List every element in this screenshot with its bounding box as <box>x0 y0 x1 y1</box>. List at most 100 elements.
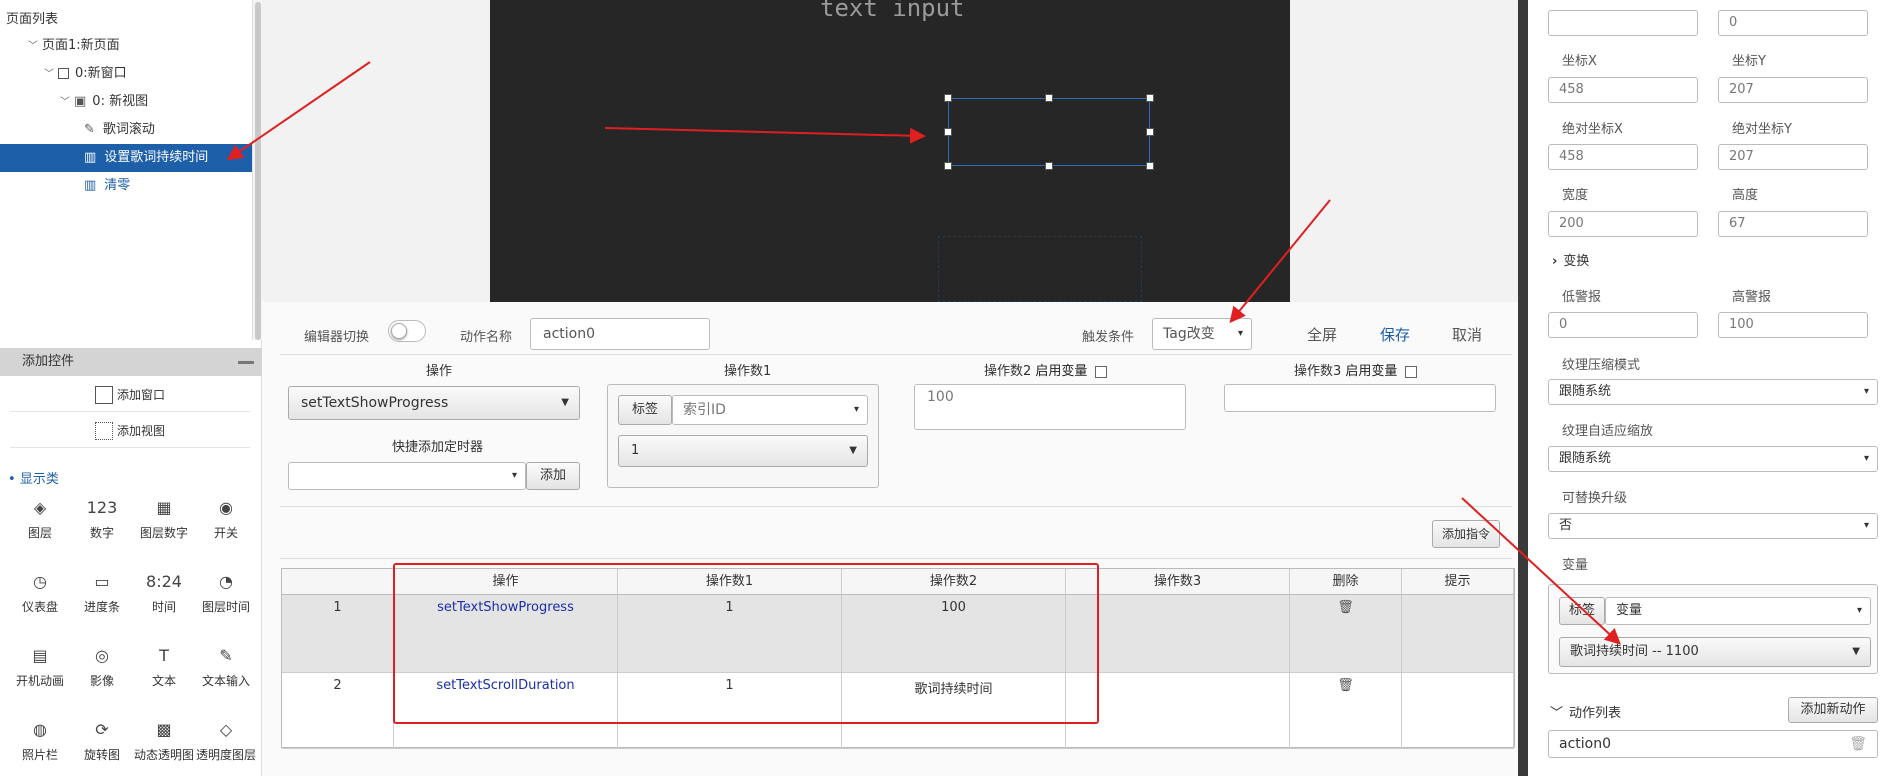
control-icon: ◔ <box>219 572 233 591</box>
tree-item-view[interactable]: ﹀ ▣ 0: 新视图 <box>0 88 252 116</box>
low-alarm-input[interactable]: 0 <box>1548 312 1698 338</box>
abs-x-input[interactable]: 458 <box>1548 144 1698 170</box>
chevron-down-icon: ﹀ <box>1550 706 1564 721</box>
control-item[interactable]: 8:24 时间 <box>132 570 196 615</box>
control-icon: ✎ <box>219 646 233 665</box>
editor-toggle[interactable] <box>388 320 426 342</box>
property-panel: 0 坐标X 坐标Y 458 207 绝对坐标X 绝对坐标Y 458 207 宽度… <box>1528 0 1886 776</box>
resize-handle[interactable] <box>944 128 952 136</box>
control-item[interactable]: ◈ 图层 <box>8 496 72 541</box>
design-canvas[interactable]: text input <box>490 0 1290 302</box>
control-item[interactable]: T 文本 <box>132 644 196 689</box>
chevron-down-icon: ▾ <box>1863 386 1869 397</box>
operand2-header: 操作数2 启用变量 <box>984 360 1108 379</box>
variable-type-select[interactable]: 变量 ▾ <box>1605 597 1871 625</box>
trash-icon[interactable]: 🗑 <box>1849 731 1867 757</box>
divider <box>280 506 1512 507</box>
chevron-down-icon: ▾ <box>1237 328 1243 339</box>
trash-icon[interactable]: 🗑 <box>1337 678 1354 693</box>
add-window-button[interactable]: 添加窗口 <box>10 378 250 412</box>
tree-item-set-lyrics-duration[interactable]: ▥ 设置歌词持续时间 <box>0 144 252 172</box>
control-label: 照片栏 <box>21 748 58 762</box>
op-select[interactable]: setTextShowProgress ▼ <box>288 386 580 420</box>
control-item[interactable]: ◔ 图层时间 <box>194 570 258 615</box>
control-item[interactable]: ◍ 照片栏 <box>8 718 72 763</box>
control-icon: 123 <box>86 498 118 517</box>
chevron-down-icon: ﹀ <box>60 97 70 108</box>
action-list-section[interactable]: ﹀ 动作列表 <box>1550 702 1621 721</box>
resize-handle[interactable] <box>1146 162 1154 170</box>
x-input[interactable]: 458 <box>1548 77 1698 103</box>
control-item[interactable]: ◷ 仪表盘 <box>8 570 72 615</box>
variable-value-select[interactable]: 歌词持续时间 -- 1100 ▼ <box>1559 637 1871 667</box>
control-item[interactable]: ▦ 图层数字 <box>132 496 196 541</box>
tree-item-lyrics-scroll[interactable]: ✎ 歌词滚动 <box>0 116 252 144</box>
operand1-type-select[interactable]: 索引ID ▾ <box>672 395 868 425</box>
texture-scale-select[interactable]: 跟随系统 ▾ <box>1548 446 1878 472</box>
operand3-input[interactable] <box>1224 384 1496 412</box>
resize-handle[interactable] <box>944 94 952 102</box>
resize-handle[interactable] <box>1045 162 1053 170</box>
operand1-value-select[interactable]: 1 ▼ <box>618 435 868 467</box>
panel-divider[interactable] <box>1518 0 1528 776</box>
variable-label: 变量 <box>1562 558 1589 573</box>
trash-icon[interactable]: 🗑 <box>1337 600 1354 615</box>
resize-handle[interactable] <box>1146 128 1154 136</box>
add-view-button[interactable]: 添加视图 <box>10 414 250 448</box>
control-label: 时间 <box>151 600 176 614</box>
height-input[interactable]: 67 <box>1718 211 1868 237</box>
control-item[interactable]: ▭ 进度条 <box>70 570 134 615</box>
resize-handle[interactable] <box>1045 94 1053 102</box>
control-item[interactable]: 123 数字 <box>70 496 134 541</box>
control-item[interactable]: ▤ 开机动画 <box>8 644 72 689</box>
trigger-select[interactable]: Tag改变 ▾ <box>1152 318 1252 350</box>
tree-item-page[interactable]: ﹀ 页面1:新页面 <box>0 32 252 60</box>
collapse-icon[interactable] <box>238 361 254 364</box>
x-label: 坐标X <box>1562 54 1597 69</box>
texture-compress-select[interactable]: 跟随系统 ▾ <box>1548 379 1878 405</box>
control-label: 影像 <box>89 674 114 688</box>
control-item[interactable]: ◇ 透明度图层 <box>194 718 258 763</box>
add-timer-button[interactable]: 添加 <box>526 462 580 490</box>
operand2-textarea[interactable]: 100 <box>914 384 1186 430</box>
replace-upgrade-select[interactable]: 否 ▾ <box>1548 513 1878 539</box>
add-action-button[interactable]: 添加新动作 <box>1788 697 1878 723</box>
operand1-tag-button[interactable]: 标签 <box>618 395 672 425</box>
canvas-text-input[interactable]: text input <box>820 0 965 22</box>
tree-item-window[interactable]: ﹀ 0:新窗口 <box>0 60 252 88</box>
width-input[interactable]: 200 <box>1548 211 1698 237</box>
control-item[interactable]: ▩ 动态透明图 <box>132 718 196 763</box>
window-icon <box>58 68 69 79</box>
top-field-1[interactable] <box>1548 10 1698 36</box>
top-field-2[interactable]: 0 <box>1718 10 1868 36</box>
control-item[interactable]: ⟳ 旋转图 <box>70 718 134 763</box>
save-button[interactable]: 保存 <box>1380 324 1410 345</box>
operand3-var-checkbox[interactable] <box>1405 365 1418 378</box>
widget-outline[interactable] <box>938 236 1142 302</box>
transform-section[interactable]: › 变换 <box>1552 250 1589 269</box>
resize-handle[interactable] <box>1146 94 1154 102</box>
action-list-item[interactable]: action0 🗑 <box>1548 730 1878 758</box>
resize-handle[interactable] <box>944 162 952 170</box>
operand2-var-checkbox[interactable] <box>1095 365 1108 378</box>
variable-tag-button[interactable]: 标签 <box>1559 597 1605 625</box>
control-item[interactable]: ✎ 文本输入 <box>194 644 258 689</box>
action-name-input[interactable]: action0 <box>530 318 710 350</box>
selected-widget-box[interactable] <box>948 98 1150 166</box>
control-icon: ◇ <box>219 720 233 739</box>
quick-timer-select[interactable]: ▾ <box>288 462 526 490</box>
control-label: 图层时间 <box>201 600 250 614</box>
control-item[interactable]: ◎ 影像 <box>70 644 134 689</box>
tree-scrollbar[interactable] <box>252 0 262 340</box>
control-item[interactable]: ◉ 开关 <box>194 496 258 541</box>
add-window-icon <box>94 385 113 404</box>
y-input[interactable]: 207 <box>1718 77 1868 103</box>
abs-y-input[interactable]: 207 <box>1718 144 1868 170</box>
add-command-button[interactable]: 添加指令 <box>1432 520 1500 548</box>
fullscreen-button[interactable]: 全屏 <box>1307 324 1337 345</box>
cancel-button[interactable]: 取消 <box>1452 324 1482 345</box>
tree-item-clear[interactable]: ▥ 清零 <box>0 172 252 200</box>
category-display[interactable]: • 显示类 <box>8 468 59 487</box>
control-label: 开机动画 <box>15 674 64 688</box>
high-alarm-input[interactable]: 100 <box>1718 312 1868 338</box>
